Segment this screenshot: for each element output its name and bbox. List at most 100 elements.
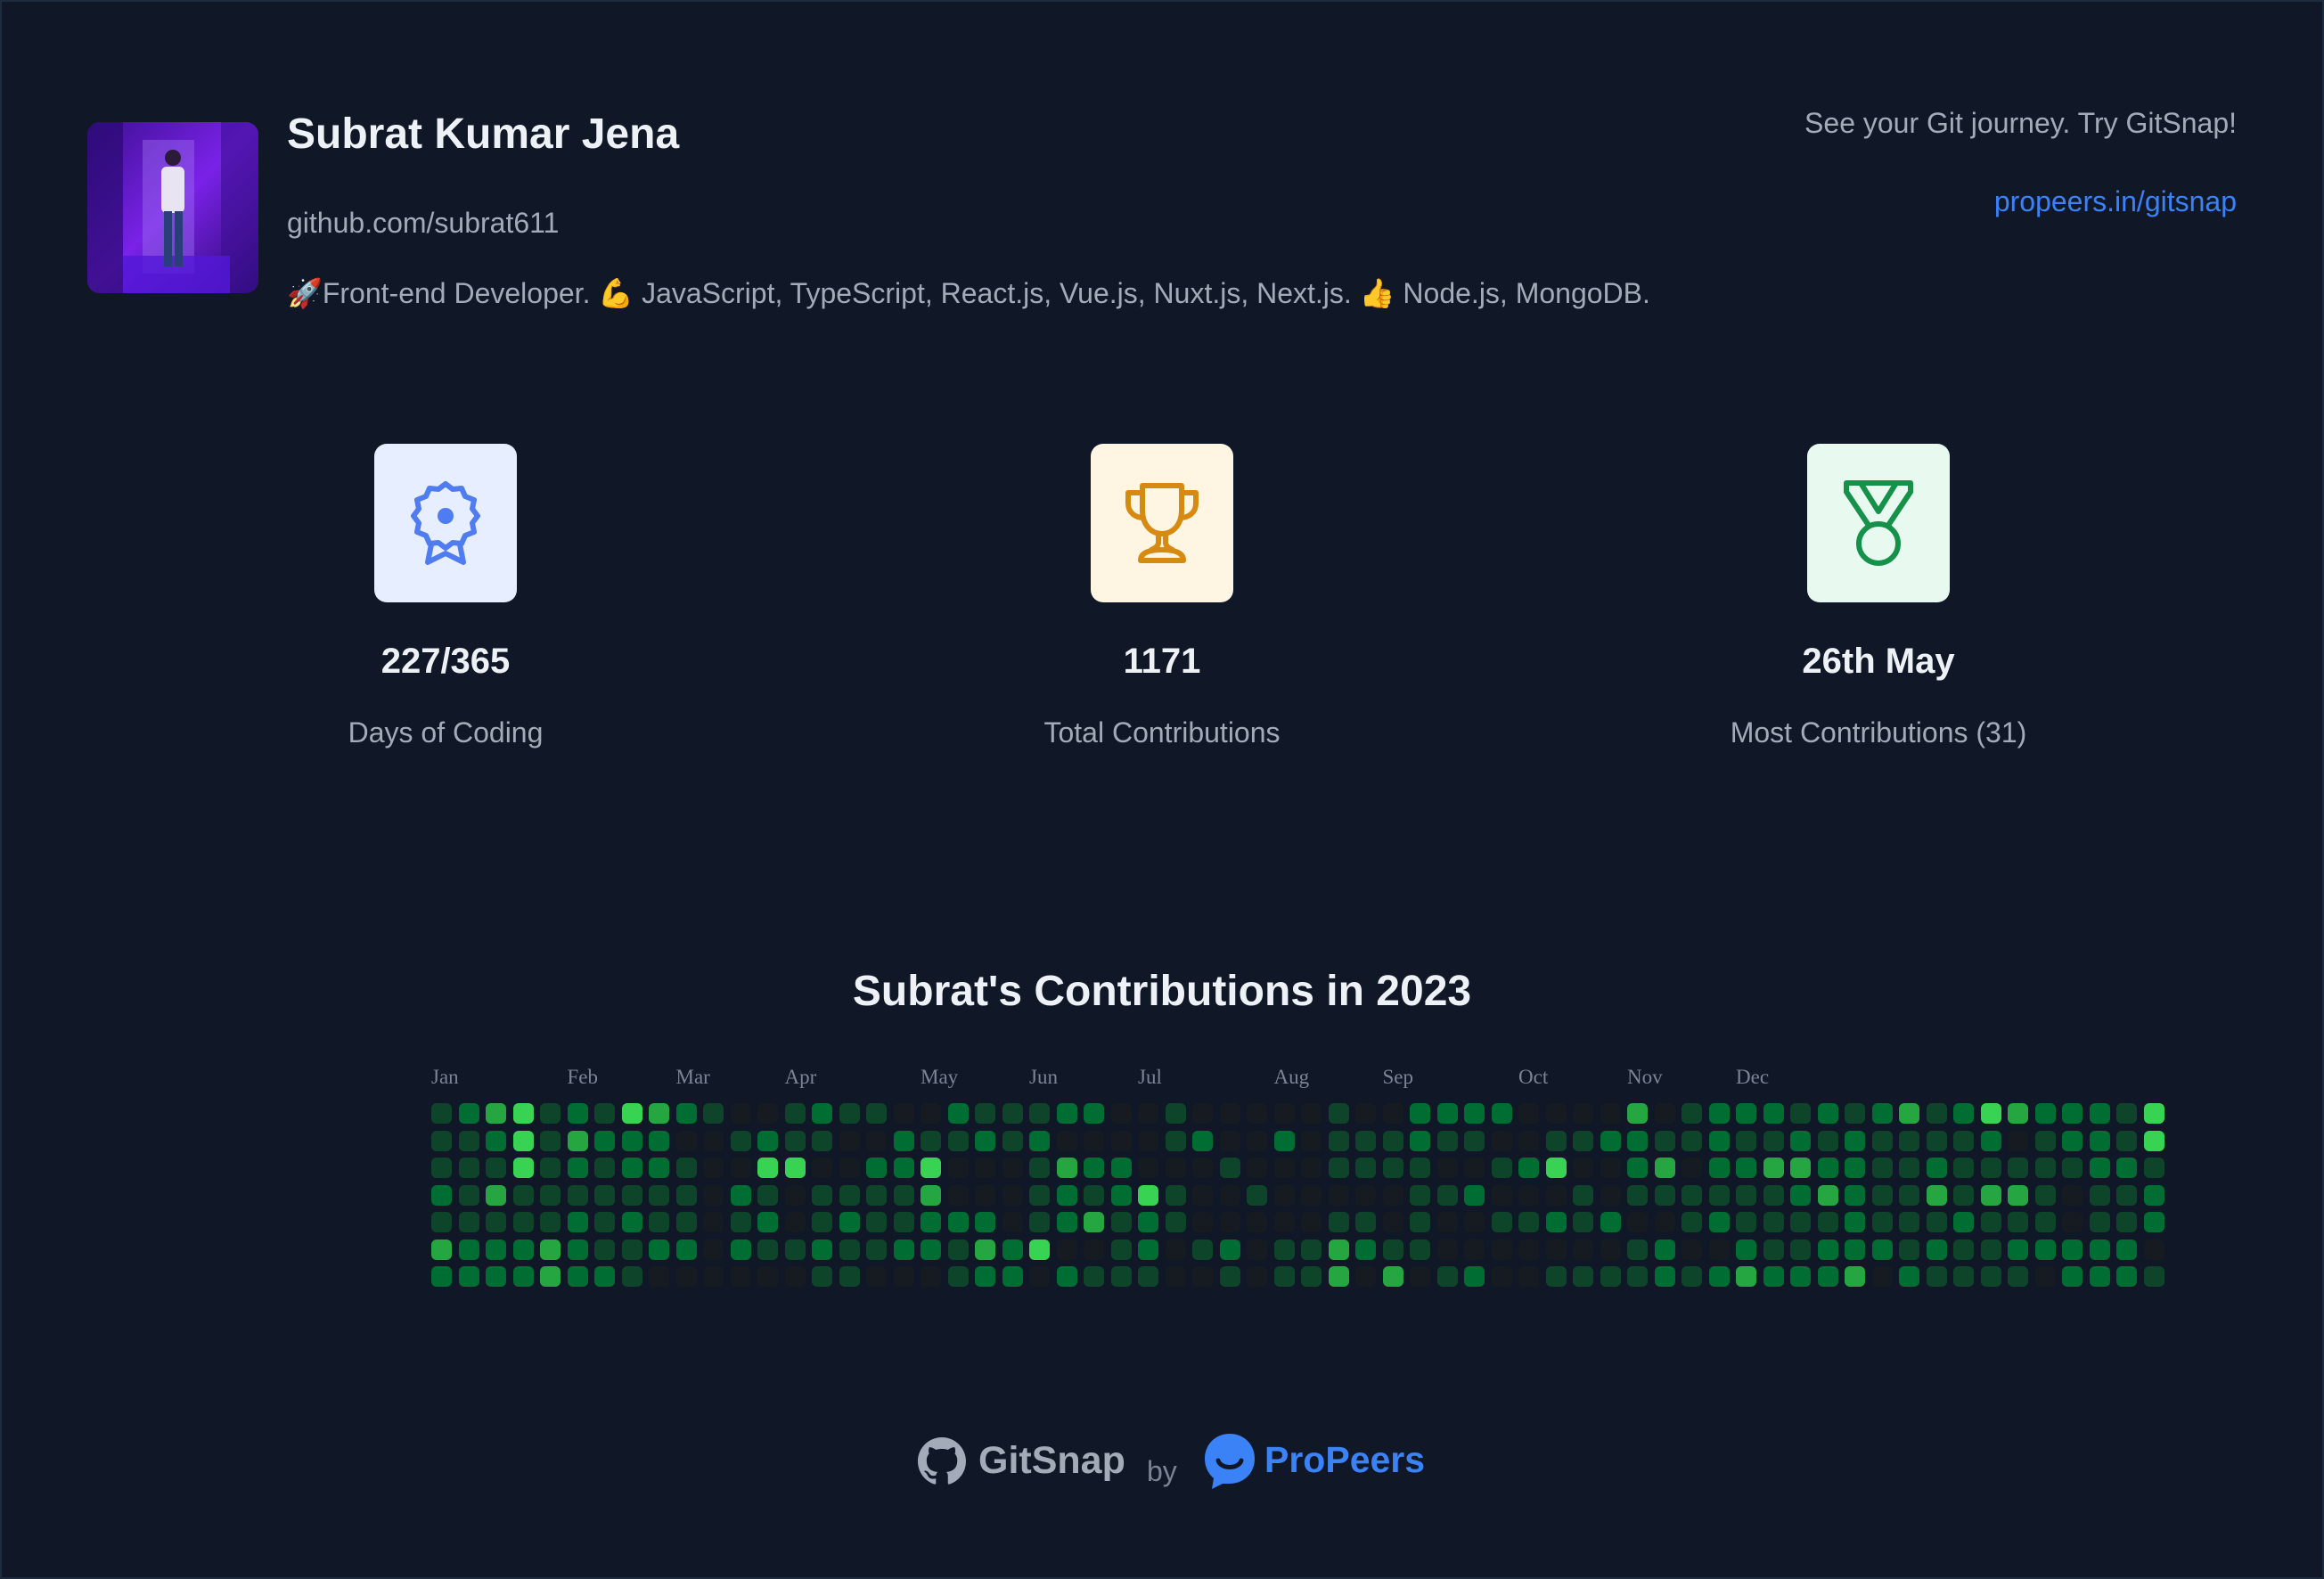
- heatmap-cell: [1654, 1212, 1675, 1232]
- promo-link[interactable]: propeers.in/gitsnap: [1994, 185, 2237, 218]
- heatmap-cell: [1247, 1103, 1267, 1124]
- heatmap-cell: [1410, 1212, 1430, 1232]
- heatmap-cell: [458, 1158, 479, 1178]
- heatmap-cell: [1682, 1266, 1702, 1287]
- heatmap-cell: [2008, 1266, 2028, 1287]
- heatmap-cell: [1192, 1239, 1213, 1260]
- heatmap-cell: [1084, 1103, 1104, 1124]
- month-label: Jun: [1029, 1066, 1058, 1088]
- heatmap-cell: [2116, 1266, 2137, 1287]
- heatmap-cell: [1871, 1184, 1893, 1206]
- propeers-brand: ProPeers: [1264, 1439, 1426, 1480]
- heatmap-cell: [1002, 1239, 1023, 1260]
- heatmap-cell: [649, 1130, 669, 1151]
- heatmap-cell: [1545, 1266, 1567, 1287]
- heatmap-cell: [1708, 1103, 1730, 1124]
- heatmap-cell: [1056, 1266, 1077, 1287]
- heatmap-cell: [1708, 1212, 1730, 1232]
- heatmap-cell: [1247, 1130, 1267, 1151]
- heatmap-cell: [1654, 1239, 1675, 1260]
- heatmap-cell: [839, 1103, 860, 1124]
- github-icon: [918, 1437, 966, 1485]
- heatmap-cell: [730, 1266, 751, 1287]
- heatmap-cell: [1464, 1239, 1485, 1260]
- heatmap-cell: [512, 1184, 534, 1206]
- heatmap-cell: [1573, 1266, 1593, 1287]
- footer-branding: GitSnap by ProPeers: [0, 1430, 2324, 1493]
- profile-handle[interactable]: github.com/subrat611: [287, 207, 559, 240]
- heatmap-cell: [1980, 1212, 2001, 1232]
- heatmap-cell: [947, 1130, 969, 1151]
- heatmap-cell: [675, 1184, 697, 1206]
- heatmap-cell: [1627, 1103, 1648, 1124]
- heatmap-cell: [1926, 1266, 1947, 1287]
- stat-icon-tile: [374, 444, 517, 602]
- heatmap-cell: [621, 1184, 642, 1206]
- heatmap-cell: [703, 1130, 724, 1151]
- heatmap-cell: [1953, 1158, 1974, 1178]
- heatmap-cell: [1436, 1103, 1458, 1124]
- heatmap-cell: [1871, 1130, 1893, 1151]
- heatmap-cell: [431, 1158, 452, 1178]
- heatmap-cell: [812, 1266, 832, 1287]
- heatmap-cell: [1736, 1158, 1756, 1178]
- heatmap-cell: [2089, 1158, 2110, 1178]
- heatmap-cell: [567, 1158, 588, 1178]
- heatmap-cell: [1518, 1130, 1539, 1151]
- heatmap-cell: [1600, 1103, 1621, 1124]
- heatmap-cell: [866, 1266, 887, 1287]
- heatmap-cell: [839, 1212, 860, 1232]
- heatmap-cell: [540, 1184, 561, 1206]
- heatmap-cell: [2062, 1266, 2083, 1287]
- heatmap-cell: [1273, 1266, 1295, 1287]
- stat-icon-tile: [1807, 444, 1950, 602]
- stat-value: 227/365: [381, 642, 511, 681]
- heatmap-cell: [1110, 1239, 1132, 1260]
- heatmap-cell: [1382, 1103, 1403, 1124]
- heatmap-cell: [1436, 1266, 1458, 1287]
- heatmap-cell: [1682, 1130, 1702, 1151]
- heatmap-cell: [1682, 1103, 1702, 1124]
- heatmap-cell: [1573, 1158, 1593, 1178]
- heatmap-cell: [1301, 1212, 1322, 1232]
- heatmap-cell: [2143, 1212, 2164, 1232]
- heatmap-cell: [757, 1184, 778, 1206]
- heatmap-cell: [1627, 1239, 1648, 1260]
- heatmap-cell: [1273, 1130, 1295, 1151]
- heatmap-cell: [431, 1212, 452, 1232]
- month-label: Apr: [784, 1066, 817, 1088]
- heatmap-cell: [1953, 1212, 1974, 1232]
- heatmap-cell: [2034, 1130, 2056, 1151]
- heatmap-cell: [1410, 1239, 1430, 1260]
- heatmap-cell: [1273, 1184, 1295, 1206]
- heatmap-cell: [1980, 1239, 2001, 1260]
- heatmap-cell: [1845, 1266, 1865, 1287]
- heatmap-cell: [1491, 1239, 1512, 1260]
- heatmap-cell: [675, 1266, 697, 1287]
- heatmap-cell: [458, 1212, 479, 1232]
- heatmap-cell: [784, 1212, 806, 1232]
- heatmap-cell: [1328, 1130, 1349, 1151]
- heatmap-cell: [1790, 1130, 1811, 1151]
- heatmap-cell: [1410, 1130, 1430, 1151]
- month-label: Mar: [675, 1066, 710, 1088]
- heatmap-cell: [757, 1103, 778, 1124]
- heatmap-cell: [486, 1239, 506, 1260]
- heatmap-cell: [1436, 1130, 1458, 1151]
- heatmap-cell: [947, 1212, 969, 1232]
- heatmap-cell: [1029, 1184, 1050, 1206]
- heatmap-cell: [621, 1239, 642, 1260]
- heatmap-cell: [1980, 1184, 2001, 1206]
- heatmap-cell: [703, 1239, 724, 1260]
- heatmap-cell: [649, 1184, 669, 1206]
- heatmap-cell: [839, 1184, 860, 1206]
- heatmap-cell: [1029, 1130, 1050, 1151]
- heatmap-cell: [649, 1239, 669, 1260]
- heatmap-cell: [975, 1158, 995, 1178]
- heatmap-cell: [1491, 1103, 1512, 1124]
- heatmap-cell: [1436, 1212, 1458, 1232]
- heatmap-cell: [1084, 1158, 1104, 1178]
- heatmap-cell: [1708, 1158, 1730, 1178]
- heatmap-cell: [947, 1103, 969, 1124]
- heatmap-cell: [540, 1103, 561, 1124]
